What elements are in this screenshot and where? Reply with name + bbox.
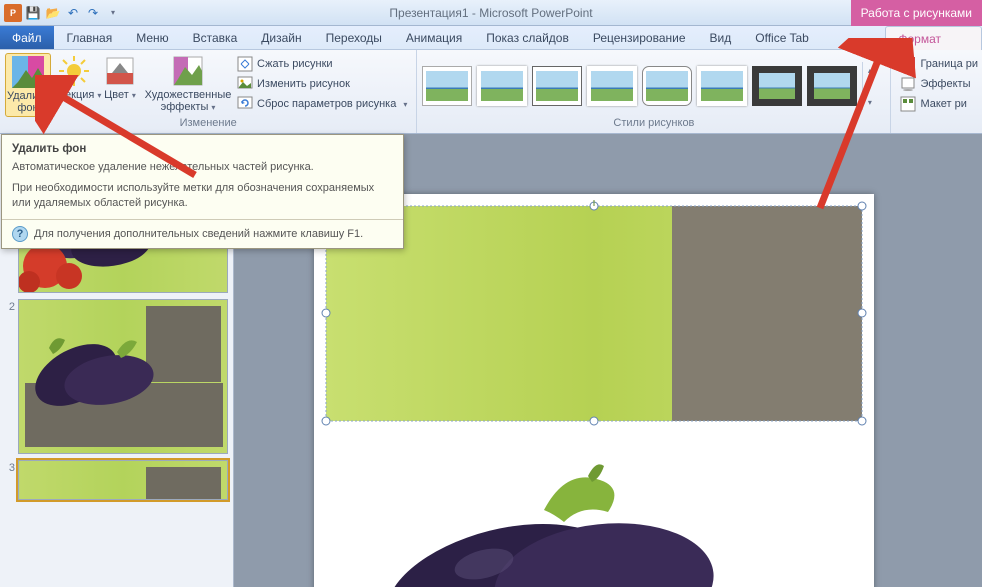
- tab-animation[interactable]: Анимация: [394, 26, 474, 49]
- slide-thumb-3[interactable]: [18, 460, 228, 500]
- tab-insert[interactable]: Вставка: [181, 26, 250, 49]
- style-thumb-3[interactable]: [532, 66, 582, 106]
- group-styles-label: Стили рисунков: [422, 117, 885, 133]
- title-bar: P 💾 📂 ↶ ↷ ▾ Презентация1 - Microsoft Pow…: [0, 0, 982, 26]
- remove-bg-tooltip: Удалить фон Автоматическое удаление неже…: [1, 134, 404, 249]
- format-small-list: Граница ри Эффекты Макет ри: [896, 53, 982, 117]
- tab-transitions[interactable]: Переходы: [314, 26, 394, 49]
- picture-border-button[interactable]: Граница ри: [896, 55, 982, 73]
- tab-slideshow[interactable]: Показ слайдов: [474, 26, 581, 49]
- color-button[interactable]: Цвет: [97, 53, 143, 117]
- tab-menu[interactable]: Меню: [124, 26, 180, 49]
- ribbon-tabs: Файл Главная Меню Вставка Дизайн Переход…: [0, 26, 982, 50]
- change-picture-icon: [237, 76, 253, 92]
- tab-office-tab[interactable]: Office Tab: [743, 26, 821, 49]
- tooltip-body1: Автоматическое удаление нежелательных ча…: [12, 160, 393, 175]
- style-thumb-2[interactable]: [477, 66, 527, 106]
- style-thumb-4[interactable]: [587, 66, 637, 106]
- style-thumb-8[interactable]: [807, 66, 857, 106]
- tab-home[interactable]: Главная: [55, 26, 125, 49]
- color-icon: [104, 55, 136, 87]
- style-thumb-6[interactable]: [697, 66, 747, 106]
- tab-view[interactable]: Вид: [698, 26, 744, 49]
- picture-layout-button[interactable]: Макет ри: [896, 95, 982, 113]
- artistic-effects-button[interactable]: Художественные эффекты: [143, 53, 233, 117]
- eggplant-image[interactable]: [374, 464, 714, 587]
- tooltip-title: Удалить фон: [2, 135, 403, 158]
- picture-tools-label: Работа с рисунками: [851, 0, 982, 26]
- reset-icon: [237, 96, 253, 112]
- picture-effects-button[interactable]: Эффекты: [896, 75, 982, 93]
- help-icon: ?: [12, 226, 28, 242]
- current-slide[interactable]: [314, 194, 874, 587]
- tab-format[interactable]: Формат: [885, 26, 982, 50]
- gallery-more[interactable]: ▾: [863, 94, 876, 110]
- quick-access-toolbar: P 💾 📂 ↶ ↷ ▾: [0, 4, 122, 22]
- undo-icon[interactable]: ↶: [64, 4, 82, 22]
- slide-thumb-2[interactable]: [18, 299, 228, 454]
- tab-review[interactable]: Рецензирование: [581, 26, 698, 49]
- adjust-small-list: Сжать рисунки Изменить рисунок Сброс пар…: [233, 53, 411, 117]
- group-picture-format: Граница ри Эффекты Макет ри: [891, 50, 982, 133]
- tab-design[interactable]: Дизайн: [249, 26, 313, 49]
- tab-file[interactable]: Файл: [0, 26, 54, 49]
- compress-pictures-button[interactable]: Сжать рисунки: [233, 55, 411, 73]
- group-picture-styles: ▴ ▾ ▾ Стили рисунков: [417, 50, 891, 133]
- app-icon[interactable]: P: [4, 4, 22, 22]
- tooltip-help: ? Для получения дополнительных сведений …: [2, 219, 403, 248]
- slide-title-placeholder[interactable]: [672, 206, 862, 421]
- style-thumb-7[interactable]: [752, 66, 802, 106]
- change-picture-button[interactable]: Изменить рисунок: [233, 75, 411, 93]
- qat-more-icon[interactable]: ▾: [104, 4, 122, 22]
- compress-icon: [237, 56, 253, 72]
- slide-num-3: 3: [4, 460, 18, 500]
- save-icon[interactable]: 💾: [24, 4, 42, 22]
- gallery-scroll-up[interactable]: ▴: [863, 62, 876, 78]
- redo-icon[interactable]: ↷: [84, 4, 102, 22]
- remove-background-button[interactable]: Удалить фон: [5, 53, 51, 117]
- effects-icon: [900, 76, 916, 92]
- remove-bg-icon: [12, 56, 44, 88]
- tooltip-body2: При необходимости используйте метки для …: [12, 181, 393, 211]
- gallery-scroll: ▴ ▾ ▾: [862, 62, 876, 110]
- slide-thumb-wrap-3: 3: [4, 460, 229, 500]
- style-thumb-5[interactable]: [642, 66, 692, 106]
- group-adjust: Удалить фон оррекция: [0, 50, 417, 133]
- gallery-scroll-down[interactable]: ▾: [863, 78, 876, 94]
- border-icon: [900, 56, 916, 72]
- style-thumb-1[interactable]: [422, 66, 472, 106]
- open-icon[interactable]: 📂: [44, 4, 62, 22]
- artistic-icon: [172, 55, 204, 87]
- reset-picture-button[interactable]: Сброс параметров рисунка: [233, 95, 411, 113]
- eggplants-icon: [21, 320, 161, 415]
- picture-style-gallery: ▴ ▾ ▾: [422, 53, 876, 117]
- corrections-button[interactable]: оррекция: [51, 53, 97, 117]
- window-title: Презентация1 - Microsoft PowerPoint: [0, 6, 982, 20]
- brightness-icon: [58, 55, 90, 87]
- ribbon-content: Удалить фон оррекция: [0, 50, 982, 134]
- group-adjust-label: Изменение: [5, 117, 411, 133]
- layout-icon: [900, 96, 916, 112]
- slide-thumb-wrap-2: 2: [4, 299, 229, 454]
- slide-num-2: 2: [4, 299, 18, 454]
